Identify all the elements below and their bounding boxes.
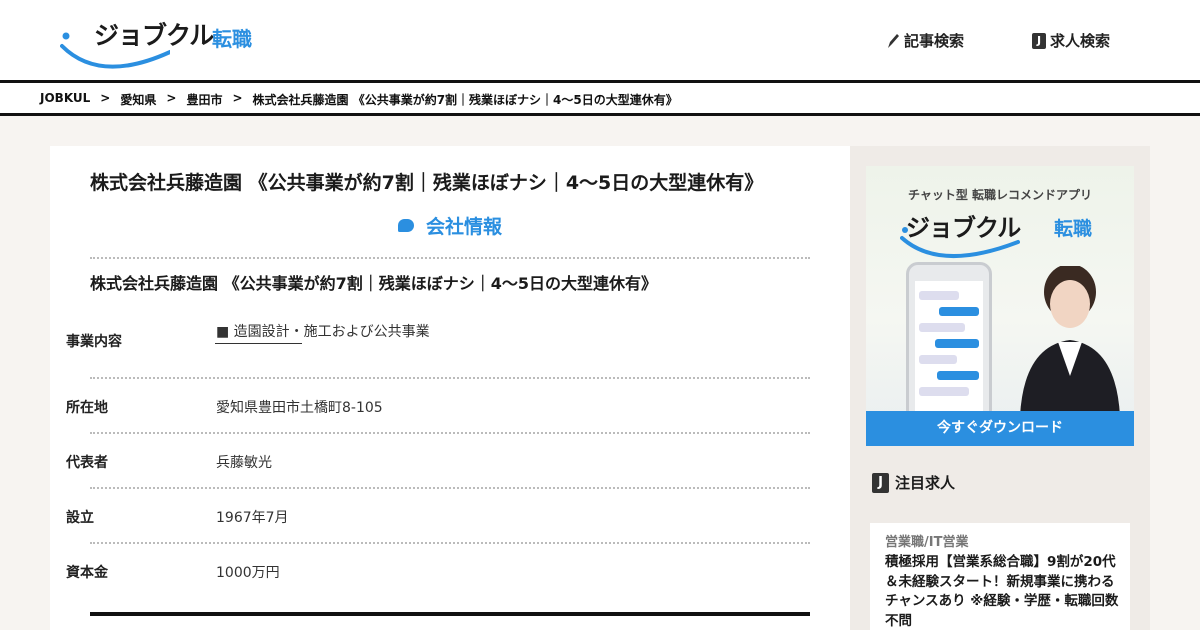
breadcrumb-item-current: 株式会社兵藤造園 《公共事業が約7割｜残業ほぼナシ｜4～5日の大型連休有》: [252, 93, 678, 107]
section-heading: 会社情報: [50, 212, 850, 239]
nav-job-search-label: 求人検索: [1050, 32, 1111, 50]
featured-jobs-label: 注目求人: [895, 474, 956, 492]
logo-sub: 転職: [212, 27, 252, 51]
row-label-address: 所在地: [66, 400, 108, 416]
speech-bubble-icon: [397, 219, 414, 232]
site-logo[interactable]: ジョブクル 転職: [60, 14, 260, 70]
bottom-rule: [90, 612, 810, 616]
row-value-address: 愛知県豊田市土橋町8-105: [216, 400, 383, 416]
row-label-capital: 資本金: [66, 565, 108, 581]
nav-article-search[interactable]: 記事検索: [886, 30, 964, 51]
breadcrumb-separator: >: [232, 91, 243, 105]
divider: [90, 377, 810, 379]
row-label-established: 設立: [66, 510, 94, 526]
phone-image: [906, 262, 992, 422]
row-value-capital: 1000万円: [216, 565, 280, 581]
app-download-banner[interactable]: チャット型 転職レコメンドアプリ ジョブクル 転職 今すぐダウンロード: [866, 166, 1134, 446]
breadcrumb-item-home[interactable]: JOBKUL: [40, 91, 90, 108]
sidebar: チャット型 転職レコメンドアプリ ジョブクル 転職 今すぐダウンロード J 注目…: [850, 146, 1150, 630]
company-info-card: 株式会社兵藤造園 《公共事業が約7割｜残業ほぼナシ｜4～5日の大型連休有》 会社…: [50, 146, 850, 630]
job-card[interactable]: 営業職/IT営業 積極採用【営業系総合職】9割が20代＆未経験スタート！新規事業…: [870, 523, 1130, 630]
logo-text: ジョブクル: [94, 21, 214, 50]
row-value-established: 1967年7月: [216, 510, 289, 526]
company-name: 株式会社兵藤造園 《公共事業が約7割｜残業ほぼナシ｜4～5日の大型連休有》: [90, 274, 657, 293]
pen-icon: [888, 33, 899, 48]
section-heading-label: 会社情報: [425, 216, 502, 238]
job-category: 営業職/IT営業: [885, 535, 969, 550]
page-title: 株式会社兵藤造園 《公共事業が約7割｜残業ほぼナシ｜4～5日の大型連休有》: [90, 172, 764, 194]
divider: [90, 542, 810, 544]
divider: [90, 432, 810, 434]
j-badge-icon: J: [1032, 32, 1046, 49]
person-photo: [1020, 266, 1120, 416]
row-value-business: ■ 造園設計・施工および公共事業: [216, 324, 430, 340]
breadcrumb-item-prefecture[interactable]: 愛知県: [120, 91, 156, 108]
divider: [215, 343, 302, 344]
breadcrumb-separator: >: [100, 91, 111, 105]
divider: [90, 257, 810, 259]
nav-job-search[interactable]: J 求人検索: [1032, 30, 1110, 51]
breadcrumb: JOBKUL > 愛知県 > 豊田市 > 株式会社兵藤造園 《公共事業が約7割｜…: [40, 91, 678, 108]
breadcrumb-bar: JOBKUL > 愛知県 > 豊田市 > 株式会社兵藤造園 《公共事業が約7割｜…: [0, 80, 1200, 116]
j-badge-icon: J: [872, 472, 889, 493]
row-label-business: 事業内容: [66, 334, 122, 350]
row-label-representative: 代表者: [66, 455, 108, 471]
download-button[interactable]: 今すぐダウンロード: [866, 411, 1134, 446]
breadcrumb-item-city[interactable]: 豊田市: [186, 91, 222, 108]
site-header: ジョブクル 転職 記事検索 J 求人検索: [0, 0, 1200, 80]
job-title[interactable]: 積極採用【営業系総合職】9割が20代＆未経験スタート！新規事業に携わるチャンスあ…: [885, 553, 1121, 630]
breadcrumb-separator: >: [166, 91, 177, 105]
row-value-representative: 兵藤敏光: [216, 455, 272, 471]
banner-tagline: チャット型 転職レコメンドアプリ: [907, 188, 1093, 202]
featured-jobs-heading: J 注目求人: [872, 472, 955, 493]
banner-logo-sub: 転職: [1054, 218, 1093, 240]
banner-logo-text: ジョブクル: [906, 214, 1021, 242]
nav-article-search-label: 記事検索: [904, 32, 965, 50]
divider: [90, 487, 810, 489]
